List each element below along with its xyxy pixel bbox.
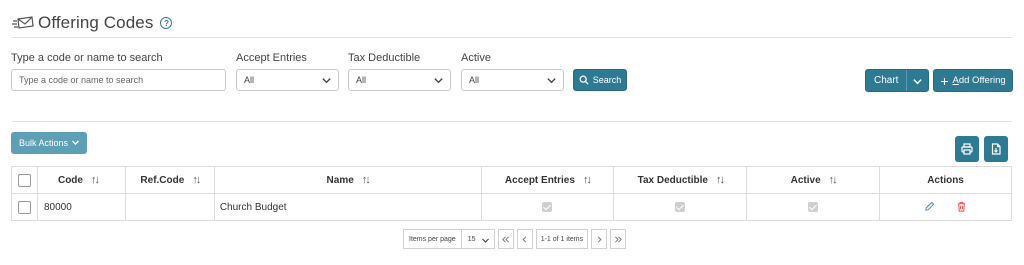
- add-offering-button[interactable]: + Add Offering: [933, 69, 1013, 92]
- chart-button-label: Chart: [874, 75, 899, 86]
- active-cell: [746, 193, 881, 221]
- chevron-down-icon: [913, 79, 922, 85]
- accept-entries-value: All: [244, 75, 255, 85]
- next-page-button[interactable]: [591, 229, 608, 249]
- column-header-tax-deductible[interactable]: Tax Deductible ↑↓: [613, 166, 748, 194]
- chevron-double-left-icon: [502, 235, 510, 243]
- search-label: Type a code or name to search: [11, 52, 163, 64]
- column-header-active[interactable]: Active ↑↓: [746, 166, 881, 194]
- ref-code-cell: [124, 193, 215, 221]
- divider: [12, 121, 1012, 122]
- page-header: Offering Codes ?: [12, 12, 173, 34]
- page-size-value: 15: [467, 235, 476, 243]
- chevron-down-icon: [322, 78, 331, 84]
- prev-page-button[interactable]: [516, 229, 533, 249]
- envelope-money-icon: [12, 16, 34, 29]
- chevron-down-icon: [481, 238, 489, 243]
- sort-icon[interactable]: ↑↓: [829, 174, 838, 186]
- tax-deductible-select[interactable]: All: [348, 69, 451, 91]
- print-button[interactable]: [955, 136, 979, 162]
- table-row: 80000 Church Budget: [11, 193, 1012, 221]
- column-header-actions: Actions: [879, 166, 1012, 194]
- row-checkbox[interactable]: [17, 200, 31, 214]
- active-label: Active: [461, 52, 491, 64]
- select-all-checkbox[interactable]: [17, 173, 31, 187]
- active-value: All: [469, 75, 480, 85]
- chevron-right-icon: [597, 235, 602, 243]
- button-separator: [906, 70, 907, 91]
- column-header-ref-code[interactable]: Ref.Code ↑↓: [124, 166, 215, 194]
- accept-entries-checkbox: [542, 201, 553, 212]
- export-button[interactable]: [984, 136, 1008, 162]
- bulk-actions-button[interactable]: Bulk Actions: [11, 132, 87, 154]
- tax-deductible-value: All: [356, 75, 367, 85]
- help-icon[interactable]: ?: [160, 17, 173, 29]
- active-checkbox: [808, 201, 819, 212]
- pagination: Items per page 15 1-1 of 1 items: [403, 229, 627, 249]
- last-page-button[interactable]: [610, 229, 627, 249]
- accept-entries-label: Accept Entries: [236, 52, 307, 64]
- code-cell: 80000: [36, 193, 126, 221]
- table-header-row: Code ↑↓ Ref.Code ↑↓ Name ↑↓ Accept Entries ↑…: [11, 166, 1012, 194]
- page-range-text: 1-1 of 1 items: [535, 229, 589, 249]
- tax-deductible-checkbox: [675, 201, 686, 212]
- name-cell: Church Budget: [213, 193, 482, 221]
- document-export-icon: [991, 143, 1001, 155]
- offering-codes-table: Code ↑↓ Ref.Code ↑↓ Name ↑↓ Accept Entries ↑…: [11, 166, 1012, 221]
- column-header-name[interactable]: Name ↑↓: [213, 166, 482, 194]
- tax-deductible-cell: [613, 193, 748, 221]
- first-page-button[interactable]: [497, 229, 514, 249]
- page-size-select[interactable]: 15: [461, 229, 495, 249]
- printer-icon: [961, 143, 973, 155]
- plus-icon: +: [940, 72, 949, 89]
- sort-icon[interactable]: ↑↓: [192, 174, 201, 186]
- search-icon: [579, 75, 589, 85]
- accept-entries-select[interactable]: All: [236, 69, 339, 91]
- search-button-label: Search: [592, 75, 622, 85]
- bulk-actions-label: Bulk Actions: [19, 138, 69, 148]
- items-per-page-label: Items per page: [403, 229, 462, 249]
- sort-icon[interactable]: ↑↓: [91, 174, 100, 186]
- page-title: Offering Codes: [38, 13, 154, 32]
- sort-icon[interactable]: ↑↓: [716, 174, 725, 186]
- chevron-down-icon: [434, 78, 443, 84]
- active-select[interactable]: All: [461, 69, 564, 91]
- column-header-code[interactable]: Code ↑↓: [36, 166, 126, 194]
- add-offering-label: Add Offering: [952, 75, 1006, 86]
- row-select-cell: [11, 193, 38, 221]
- chevron-down-icon: [547, 78, 556, 84]
- edit-pencil-icon[interactable]: [924, 201, 935, 212]
- select-all-cell: [11, 166, 38, 194]
- chevron-left-icon: [522, 235, 527, 243]
- sort-icon[interactable]: ↑↓: [362, 174, 371, 186]
- chevron-down-icon: [72, 140, 79, 145]
- search-button[interactable]: Search: [573, 69, 627, 91]
- actions-cell: [879, 193, 1012, 221]
- search-input[interactable]: [11, 69, 226, 91]
- delete-trash-icon[interactable]: [956, 201, 967, 213]
- sort-icon[interactable]: ↑↓: [583, 174, 592, 186]
- tax-deductible-label: Tax Deductible: [348, 52, 421, 64]
- accept-entries-cell: [480, 193, 615, 221]
- chart-dropdown-button[interactable]: Chart: [865, 69, 929, 92]
- divider: [12, 37, 1012, 38]
- chevron-double-right-icon: [614, 235, 622, 243]
- column-header-accept-entries[interactable]: Accept Entries ↑↓: [480, 166, 615, 194]
